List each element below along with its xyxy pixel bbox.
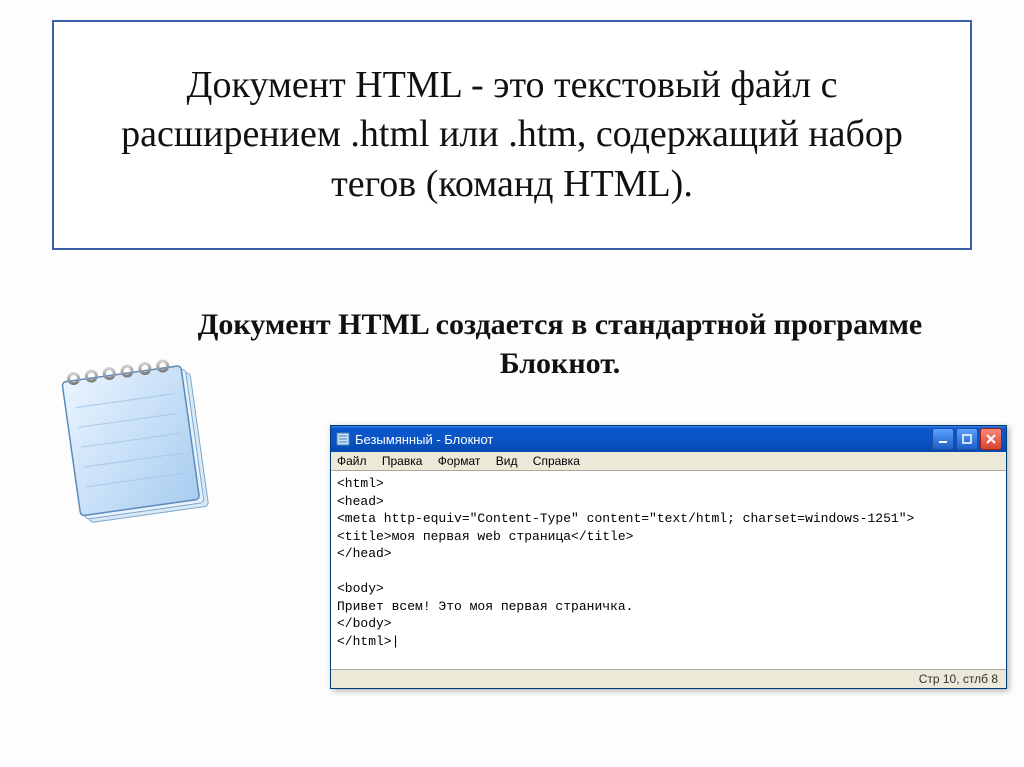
menu-file[interactable]: Файл [337, 454, 367, 468]
menu-view[interactable]: Вид [496, 454, 518, 468]
menubar: Файл Правка Формат Вид Справка [331, 452, 1006, 471]
notepad-app-icon [52, 345, 212, 525]
menu-edit[interactable]: Правка [382, 454, 423, 468]
menu-help[interactable]: Справка [533, 454, 580, 468]
subtitle: Документ HTML создается в стандартной пр… [160, 305, 960, 383]
notepad-title-icon [335, 431, 351, 447]
subtitle-after: . [613, 347, 621, 380]
definition-text: Документ HTML - это текстовый файл с рас… [74, 61, 950, 209]
menu-format[interactable]: Формат [438, 454, 481, 468]
window-title: Безымянный - Блокнот [355, 432, 932, 447]
notepad-window: Безымянный - Блокнот Файл Правка Формат … [330, 425, 1007, 689]
subtitle-before: Документ HTML создается в стандартной пр… [198, 308, 923, 341]
status-text: Стр 10, стлб 8 [919, 672, 998, 686]
definition-box: Документ HTML - это текстовый файл с рас… [52, 20, 972, 250]
maximize-button[interactable] [956, 428, 978, 450]
text-area[interactable]: <html> <head> <meta http-equiv="Content-… [331, 471, 1006, 669]
minimize-button[interactable] [932, 428, 954, 450]
close-button[interactable] [980, 428, 1002, 450]
window-buttons [932, 428, 1002, 450]
statusbar: Стр 10, стлб 8 [331, 669, 1006, 688]
titlebar[interactable]: Безымянный - Блокнот [331, 426, 1006, 452]
subtitle-bold: Блокнот [500, 347, 613, 380]
